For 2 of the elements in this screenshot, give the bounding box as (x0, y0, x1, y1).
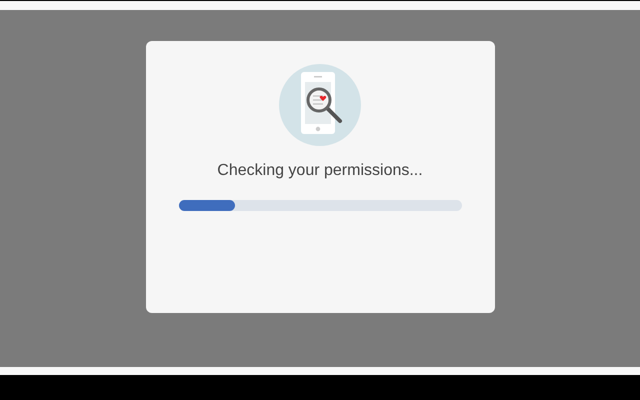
phone-inspection-icon (279, 64, 361, 146)
status-message: Checking your permissions... (217, 161, 423, 181)
